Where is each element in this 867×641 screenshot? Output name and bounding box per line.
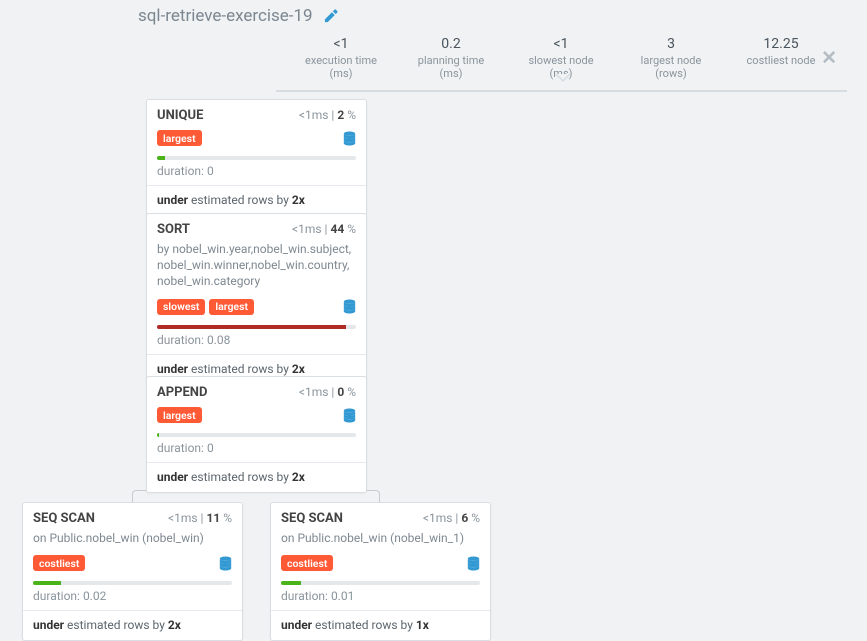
plan-node-append[interactable]: APPEND <1ms | 0 % largest duration: 0 un… [146,376,367,493]
edit-icon[interactable] [323,9,338,24]
node-subtext: on Public.nobel_win (nobel_win_1) [271,530,490,552]
node-subtext: by nobel_win.year,nobel_win.subject, nob… [147,241,366,296]
plan-node-sort[interactable]: SORT <1ms | 44 % by nobel_win.year,nobel… [146,213,367,385]
close-icon[interactable]: ✕ [821,46,837,69]
plan-node-seqscan-1[interactable]: SEQ SCAN <1ms | 11 % on Public.nobel_win… [22,502,243,641]
node-title: SORT [157,222,190,237]
estimation-label: under estimated rows by 1x [271,610,490,640]
stat-execution-time: <1 execution time (ms) [296,36,386,80]
database-icon[interactable] [467,556,480,571]
duration-label: duration: 0.01 [271,589,490,610]
stat-largest-node: 3 largest node (rows) [626,36,716,80]
duration-bar [157,325,356,329]
duration-label: duration: 0.02 [23,589,242,610]
duration-bar [33,581,232,585]
stat-planning-time: 0.2 planning time (ms) [406,36,496,80]
duration-label: duration: 0.08 [147,333,366,354]
node-title: APPEND [157,385,207,400]
stats-bar: <1 execution time (ms) 0.2 planning time… [276,30,847,92]
tag-largest: largest [157,407,202,423]
node-subtext: on Public.nobel_win (nobel_win) [23,530,242,552]
duration-label: duration: 0 [147,441,366,462]
estimation-label: under estimated rows by 2x [147,185,366,215]
tag-slowest: slowest [157,299,205,315]
tag-costliest: costliest [281,555,333,571]
node-title: SEQ SCAN [33,511,95,526]
plan-node-unique[interactable]: UNIQUE <1ms | 2 % largest duration: 0 un… [146,99,367,216]
plan-node-seqscan-2[interactable]: SEQ SCAN <1ms | 6 % on Public.nobel_win … [270,502,491,641]
tag-largest: largest [209,299,254,315]
database-icon[interactable] [219,556,232,571]
database-icon[interactable] [343,299,356,314]
caret-down-icon [555,74,571,82]
node-metrics: <1ms | 2 % [299,108,356,122]
node-metrics: <1ms | 44 % [292,222,356,236]
duration-bar [157,156,356,160]
node-metrics: <1ms | 6 % [423,511,480,525]
estimation-label: under estimated rows by 2x [23,610,242,640]
stat-costliest-node: 12.25 costliest node [736,36,826,80]
tag-largest: largest [157,130,202,146]
node-title: UNIQUE [157,108,203,123]
node-metrics: <1ms | 0 % [299,385,356,399]
duration-bar [157,433,356,437]
duration-label: duration: 0 [147,164,366,185]
page-title: sql-retrieve-exercise-19 [138,6,313,26]
duration-bar [281,581,480,585]
database-icon[interactable] [343,408,356,423]
node-metrics: <1ms | 11 % [168,511,232,525]
tag-costliest: costliest [33,555,85,571]
estimation-label: under estimated rows by 2x [147,462,366,492]
database-icon[interactable] [343,131,356,146]
node-title: SEQ SCAN [281,511,343,526]
